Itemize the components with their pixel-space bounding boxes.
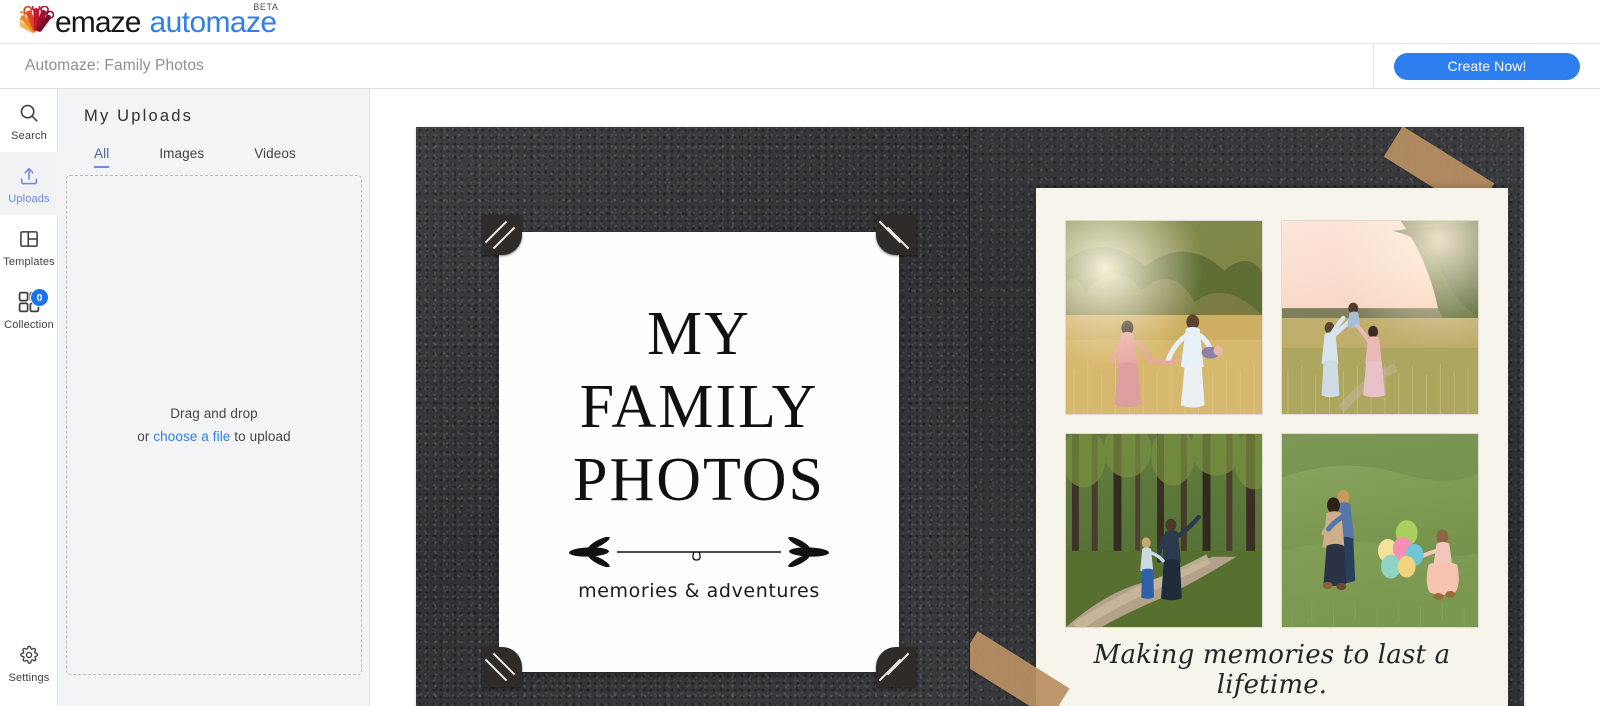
project-title-bar: Create Now! (0, 44, 1600, 89)
dropzone-secondary-text: or choose a file to upload (137, 429, 290, 444)
photo-corner-mount-bottom-right-icon (876, 647, 916, 687)
choose-file-link[interactable]: choose a file (153, 429, 230, 444)
app-logo-bar: emaze automaze BETA (0, 0, 1600, 44)
rail-label-uploads: Uploads (8, 192, 50, 205)
rail-label-settings: Settings (8, 671, 50, 684)
decorative-divider-icon (559, 536, 839, 568)
brand-name-automaze: automaze (149, 5, 278, 39)
uploads-panel: My Uploads All Images Videos Drag and dr… (58, 89, 370, 706)
collage-photo-2[interactable] (1281, 220, 1479, 415)
photo-grid (1065, 220, 1479, 628)
rail-item-search[interactable]: Search (0, 89, 58, 152)
collage-photo-1[interactable] (1065, 220, 1263, 415)
gear-icon (19, 642, 39, 668)
create-now-button[interactable]: Create Now! (1394, 52, 1580, 80)
beta-label: BETA (253, 1, 279, 12)
brand-logo[interactable]: emaze automaze BETA (12, 2, 278, 39)
emaze-fan-logo-icon (12, 2, 55, 36)
cover-subtitle: memories & adventures (578, 580, 820, 602)
album-page-right[interactable]: Making memories to last a lifetime. (970, 127, 1524, 706)
tab-all[interactable]: All (94, 146, 110, 168)
cover-title: MY FAMILY PHOTOS (499, 298, 899, 517)
cover-title-line-3: PHOTOS (572, 446, 826, 514)
editor-canvas[interactable]: MY FAMILY PHOTOS memories & adventures M… (371, 89, 1600, 706)
rail-item-settings[interactable]: Settings (0, 631, 58, 694)
brand-name-emaze: emaze (55, 5, 141, 39)
photo-corner-mount-top-left-icon (482, 215, 522, 255)
cover-photo-card[interactable]: MY FAMILY PHOTOS memories & adventures (499, 232, 899, 672)
panel-title: My Uploads (84, 107, 194, 125)
create-button-zone: Create Now! (1374, 44, 1600, 88)
uploads-tabs: All Images Videos (58, 146, 369, 168)
rail-label-collection: Collection (4, 318, 54, 331)
collage-caption: Making memories to last a lifetime. (1093, 640, 1451, 700)
templates-icon (18, 226, 40, 252)
photo-corner-mount-top-right-icon (876, 215, 916, 255)
upload-dropzone[interactable]: Drag and drop or choose a file to upload (66, 175, 362, 675)
tab-videos[interactable]: Videos (254, 146, 296, 168)
photo-collage-card[interactable]: Making memories to last a lifetime. (1036, 188, 1508, 706)
dropzone-prefix: or (137, 429, 154, 444)
couple-embracing (1321, 489, 1356, 590)
upload-icon (18, 163, 40, 189)
rail-item-collection[interactable]: 0 Collection (0, 278, 58, 341)
album-page-left[interactable]: MY FAMILY PHOTOS memories & adventures (416, 127, 970, 706)
tab-images[interactable]: Images (159, 146, 204, 168)
project-title-input[interactable] (0, 44, 1373, 88)
dropzone-primary-text: Drag and drop (170, 406, 258, 421)
rail-item-uploads[interactable]: Uploads (0, 152, 58, 215)
collection-count-badge: 0 (30, 288, 49, 307)
photo-corner-mount-bottom-left-icon (482, 647, 522, 687)
cover-title-line-1: MY (647, 300, 751, 368)
left-tool-rail: Search Uploads Templates 0 Collection Se… (0, 89, 58, 706)
collage-photo-4[interactable] (1281, 433, 1479, 628)
album-spread: MY FAMILY PHOTOS memories & adventures M… (416, 127, 1524, 706)
rail-item-templates[interactable]: Templates (0, 215, 58, 278)
rail-label-templates: Templates (3, 255, 55, 268)
rail-label-search: Search (11, 129, 47, 142)
dropzone-suffix: to upload (230, 429, 291, 444)
cover-title-line-2: FAMILY (579, 373, 819, 441)
search-icon (18, 100, 40, 126)
collage-photo-3[interactable] (1065, 433, 1263, 628)
